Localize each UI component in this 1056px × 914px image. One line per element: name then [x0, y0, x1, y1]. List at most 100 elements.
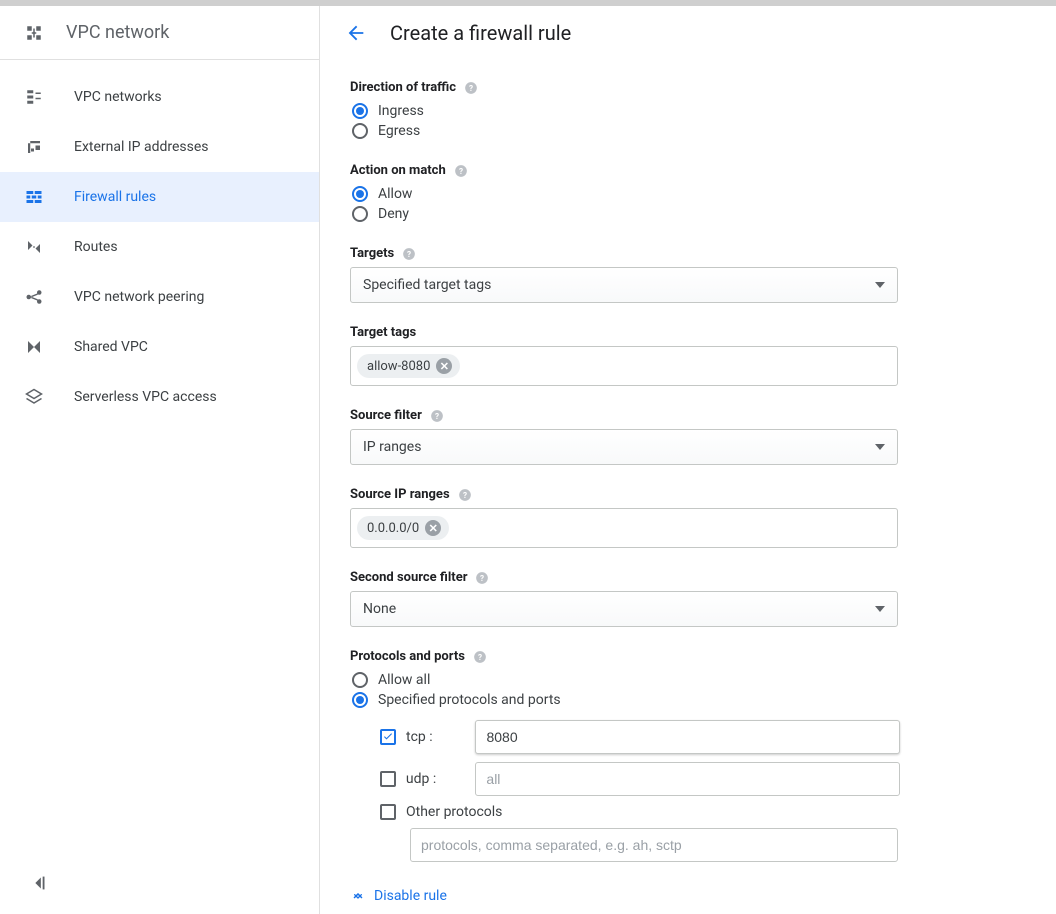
help-icon[interactable]: ? — [475, 571, 489, 585]
chip-remove-icon[interactable]: ✕ — [436, 358, 452, 374]
tcp-label: tcp : — [406, 729, 465, 745]
tcp-ports-input[interactable] — [475, 720, 900, 754]
tcp-checkbox[interactable] — [380, 729, 396, 745]
help-icon[interactable]: ? — [458, 488, 472, 502]
radio-deny[interactable]: Deny — [350, 204, 900, 224]
back-arrow-button[interactable] — [344, 21, 368, 45]
sidebar-item-serverless-vpc[interactable]: Serverless VPC access — [0, 372, 319, 422]
help-icon[interactable]: ? — [473, 650, 487, 664]
section-second-source-filter: Second source filter ? None — [350, 570, 900, 627]
section-protocols: Protocols and ports ? Allow all Specifie… — [350, 649, 900, 866]
svg-text:?: ? — [480, 572, 484, 582]
radio-input[interactable] — [352, 186, 368, 202]
radio-input[interactable] — [352, 692, 368, 708]
product-title: VPC network — [66, 22, 169, 43]
other-checkbox[interactable] — [380, 804, 396, 820]
radio-input[interactable] — [352, 123, 368, 139]
main-content: Create a firewall rule Direction of traf… — [320, 6, 1056, 914]
action-label: Action on match — [350, 163, 446, 178]
targets-select[interactable]: Specified target tags — [350, 267, 898, 303]
radio-allow[interactable]: Allow — [350, 184, 900, 204]
section-targets: Targets ? Specified target tags — [350, 246, 900, 303]
radio-input[interactable] — [352, 103, 368, 119]
targets-label: Targets — [350, 246, 394, 261]
chevron-down-icon — [875, 282, 885, 288]
section-target-tags: Target tags allow-8080 ✕ — [350, 325, 900, 386]
radio-input[interactable] — [352, 206, 368, 222]
chip-remove-icon[interactable]: ✕ — [425, 520, 441, 536]
select-value: IP ranges — [363, 439, 421, 455]
svg-text:?: ? — [478, 651, 482, 661]
udp-ports-input[interactable] — [475, 762, 900, 796]
direction-label: Direction of traffic — [350, 80, 456, 95]
udp-checkbox[interactable] — [380, 771, 396, 787]
sidebar-item-label: VPC network peering — [74, 289, 204, 305]
help-icon[interactable]: ? — [454, 164, 468, 178]
svg-text:?: ? — [469, 82, 473, 92]
section-source-filter: Source filter ? IP ranges — [350, 408, 900, 465]
svg-text:?: ? — [407, 248, 411, 258]
target-tags-input[interactable]: allow-8080 ✕ — [350, 346, 898, 386]
sidebar-item-label: Shared VPC — [74, 339, 148, 355]
sidebar-item-shared-vpc[interactable]: Shared VPC — [0, 322, 319, 372]
sidebar-item-label: Routes — [74, 239, 118, 255]
chevron-down-icon — [875, 606, 885, 612]
radio-label: Specified protocols and ports — [378, 692, 561, 708]
sidebar-item-external-ip[interactable]: External IP addresses — [0, 122, 319, 172]
disable-rule-label: Disable rule — [374, 888, 447, 904]
external-ip-icon — [24, 138, 44, 156]
page-title: Create a firewall rule — [390, 21, 571, 45]
source-filter-label: Source filter — [350, 408, 422, 423]
help-icon[interactable]: ? — [464, 81, 478, 95]
udp-row: udp : — [350, 758, 900, 800]
sidebar-header: VPC network — [0, 6, 319, 60]
protocols-label: Protocols and ports — [350, 649, 465, 664]
sidebar-item-peering[interactable]: VPC network peering — [0, 272, 319, 322]
source-filter-select[interactable]: IP ranges — [350, 429, 898, 465]
sidebar-item-firewall-rules[interactable]: Firewall rules — [0, 172, 319, 222]
second-source-filter-label: Second source filter — [350, 570, 467, 585]
radio-egress[interactable]: Egress — [350, 121, 900, 141]
sidebar-item-label: External IP addresses — [74, 139, 209, 155]
vpc-logo-icon — [24, 24, 44, 42]
firewall-form: Direction of traffic ? Ingress Egress Ac… — [320, 60, 900, 914]
peering-icon — [24, 288, 44, 306]
radio-input[interactable] — [352, 672, 368, 688]
sidebar: VPC network VPC networks External IP add… — [0, 6, 320, 914]
sidebar-item-vpc-networks[interactable]: VPC networks — [0, 72, 319, 122]
other-label: Other protocols — [406, 804, 502, 820]
target-tag-chip: allow-8080 ✕ — [357, 354, 460, 378]
main-header: Create a firewall rule — [320, 6, 1056, 60]
sidebar-item-label: Serverless VPC access — [74, 389, 217, 405]
sidebar-item-label: VPC networks — [74, 89, 162, 105]
help-icon[interactable]: ? — [430, 409, 444, 423]
other-protocols-input[interactable] — [410, 828, 898, 862]
target-tags-label: Target tags — [350, 325, 416, 340]
radio-label: Allow — [378, 186, 412, 202]
radio-allow-all[interactable]: Allow all — [350, 670, 900, 690]
select-value: Specified target tags — [363, 277, 491, 293]
radio-label: Deny — [378, 206, 409, 222]
sidebar-item-label: Firewall rules — [74, 189, 156, 205]
firewall-icon — [24, 188, 44, 206]
udp-label: udp : — [406, 771, 466, 787]
network-icon — [24, 88, 44, 106]
radio-specified[interactable]: Specified protocols and ports — [350, 690, 900, 710]
sidebar-item-routes[interactable]: Routes — [0, 222, 319, 272]
sidebar-nav: VPC networks External IP addresses Firew… — [0, 60, 319, 914]
disable-rule-toggle[interactable]: Disable rule — [350, 888, 900, 904]
chip-text: 0.0.0.0/0 — [367, 521, 419, 536]
svg-text:?: ? — [463, 489, 467, 499]
other-row: Other protocols — [350, 800, 900, 824]
help-icon[interactable]: ? — [402, 247, 416, 261]
collapse-sidebar-button[interactable] — [28, 872, 50, 894]
section-source-ip-ranges: Source IP ranges ? 0.0.0.0/0 ✕ — [350, 487, 900, 548]
source-ip-input[interactable]: 0.0.0.0/0 ✕ — [350, 508, 898, 548]
serverless-icon — [24, 388, 44, 406]
expand-icon — [350, 888, 366, 904]
radio-ingress[interactable]: Ingress — [350, 101, 900, 121]
section-action: Action on match ? Allow Deny — [350, 163, 900, 224]
radio-label: Allow all — [378, 672, 430, 688]
second-source-filter-select[interactable]: None — [350, 591, 898, 627]
radio-label: Egress — [378, 123, 420, 139]
